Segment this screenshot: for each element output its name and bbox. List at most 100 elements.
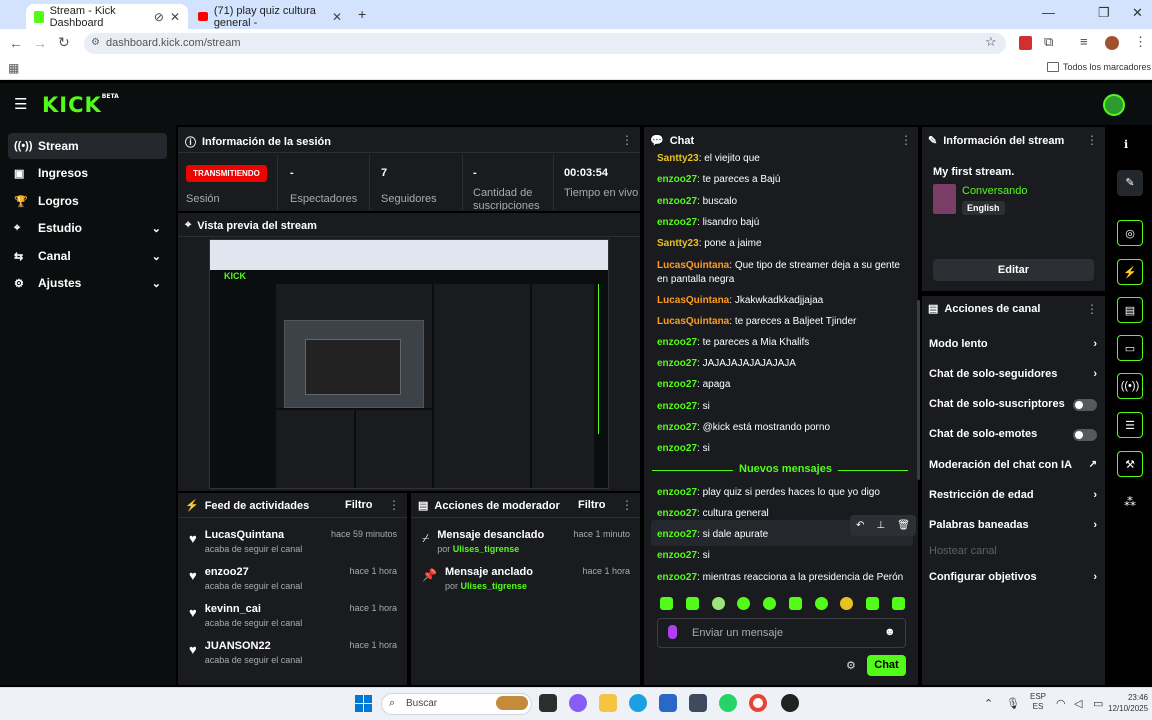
tray-mic-icon[interactable]: 🎙 bbox=[1006, 697, 1020, 710]
action-subscribers-only[interactable]: Chat de solo-suscriptores bbox=[929, 398, 1097, 411]
category-thumbnail[interactable] bbox=[933, 184, 956, 214]
edit-pencil-icon[interactable]: ✎ bbox=[1117, 170, 1143, 196]
chat-settings-icon[interactable]: ⚙ bbox=[846, 659, 856, 672]
feed-item[interactable]: ♥ enzoo27 acaba de seguir el canal hace 1 h… bbox=[189, 566, 397, 603]
tray-chevron-icon[interactable]: ⌃ bbox=[984, 697, 993, 710]
chat-message[interactable]: enzoo27: te pareces a Bajú bbox=[657, 173, 907, 187]
chat-message[interactable]: enzoo27: si bbox=[657, 442, 907, 456]
chat-message[interactable]: enzoo27: JAJAJAJAJAJAJAJA bbox=[657, 357, 907, 371]
chat-username[interactable]: enzoo27 bbox=[657, 550, 697, 561]
chat-username[interactable]: LucasQuintana bbox=[657, 295, 729, 306]
emote-icon[interactable] bbox=[737, 597, 751, 610]
action-slow-mode[interactable]: Modo lento › bbox=[929, 338, 1097, 350]
mod-action-item[interactable]: ⌿ Mensaje desanclado por Ulises_tigrense ha… bbox=[422, 529, 630, 566]
reading-list-icon[interactable]: ≡ bbox=[1080, 34, 1088, 49]
info-icon[interactable]: ℹ bbox=[1124, 138, 1128, 151]
chat-username[interactable]: enzoo27 bbox=[657, 196, 697, 207]
close-tab-icon[interactable]: ✕ bbox=[170, 10, 180, 24]
chat-scrollbar[interactable] bbox=[917, 300, 920, 480]
more-options-icon[interactable]: ⋮ bbox=[900, 133, 912, 147]
chat-message[interactable]: Santty23: el viejito que bbox=[657, 152, 907, 166]
apps-grid-icon[interactable]: ▦ bbox=[8, 61, 19, 75]
bookmark-star-icon[interactable]: ☆ bbox=[985, 34, 997, 50]
extensions-icon[interactable]: ⧉ bbox=[1044, 34, 1053, 50]
subscribers-only-toggle[interactable] bbox=[1073, 399, 1097, 411]
mod-user[interactable]: Ulises_tigrense bbox=[453, 544, 520, 554]
minimize-icon[interactable]: — bbox=[1042, 5, 1055, 20]
emote-icon[interactable] bbox=[660, 597, 673, 610]
reply-icon[interactable]: ↶ bbox=[856, 520, 864, 531]
delete-icon[interactable]: 🗑 bbox=[897, 520, 910, 531]
close-tab-icon[interactable]: ✕ bbox=[332, 10, 342, 24]
browser-menu-icon[interactable]: ⋮ bbox=[1134, 34, 1147, 50]
chat-username[interactable]: enzoo27 bbox=[657, 487, 697, 498]
lightning-icon[interactable]: ⚡ bbox=[1117, 259, 1143, 285]
action-ai-moderation[interactable]: Moderación del chat con IA ↗ bbox=[929, 459, 1097, 471]
chat-username[interactable]: enzoo27 bbox=[657, 358, 697, 369]
chat-username[interactable]: enzoo27 bbox=[657, 217, 697, 228]
new-tab-icon[interactable]: + bbox=[358, 6, 366, 22]
chat-username[interactable]: Santty23 bbox=[657, 238, 699, 249]
store-icon[interactable] bbox=[659, 694, 677, 712]
chat-username[interactable]: Santty23 bbox=[657, 153, 699, 164]
chat-username[interactable]: enzoo27 bbox=[657, 443, 697, 454]
mod-user[interactable]: Ulises_tigrense bbox=[460, 581, 527, 591]
chat-message[interactable]: enzoo27: te pareces a Mia Khalifs bbox=[657, 336, 907, 350]
send-chat-button[interactable]: Chat bbox=[867, 655, 906, 676]
chat-username[interactable]: enzoo27 bbox=[657, 572, 697, 583]
more-options-icon[interactable]: ⋮ bbox=[388, 498, 400, 512]
site-info-icon[interactable]: ⚙ bbox=[91, 37, 100, 48]
mod-action-item[interactable]: 📌 Mensaje anclado por Ulises_tigrense hace … bbox=[422, 566, 630, 603]
chat-message[interactable]: LucasQuintana: Que tipo de streamer deja… bbox=[657, 259, 907, 287]
chat-username[interactable]: enzoo27 bbox=[657, 401, 697, 412]
more-options-icon[interactable]: ⋮ bbox=[621, 133, 633, 147]
stream-preview-video[interactable]: KICK bbox=[209, 239, 609, 489]
chat-message[interactable]: enzoo27: @kick está mostrando porno bbox=[657, 421, 907, 435]
clock[interactable]: 23:46 12/10/2025 bbox=[1108, 692, 1148, 714]
microphone-icon[interactable] bbox=[668, 625, 677, 639]
sidebar-item-estudio[interactable]: ⌖ Estudio ⌄ bbox=[8, 215, 167, 241]
chat-username[interactable]: LucasQuintana bbox=[657, 260, 729, 271]
sidebar-item-stream[interactable]: ((•)) Stream bbox=[8, 133, 167, 159]
chat-icon[interactable]: ▭ bbox=[1117, 335, 1143, 361]
chat-message[interactable]: enzoo27: play quiz si perdes haces lo qu… bbox=[657, 486, 907, 500]
pin-message-icon[interactable]: ⊥ bbox=[876, 520, 885, 531]
task-view-icon[interactable] bbox=[539, 694, 557, 712]
forward-icon[interactable]: → bbox=[33, 35, 47, 51]
windows-start-icon[interactable] bbox=[355, 695, 372, 712]
feed-item[interactable]: ♥ JUANSON22 acaba de seguir el canal hace 1… bbox=[189, 640, 397, 677]
emote-icon[interactable] bbox=[840, 597, 854, 610]
chrome-icon[interactable] bbox=[749, 694, 767, 712]
volume-icon[interactable]: ◁ bbox=[1074, 697, 1082, 710]
more-options-icon[interactable]: ⋮ bbox=[1086, 133, 1098, 147]
more-options-icon[interactable]: ⋮ bbox=[621, 498, 633, 512]
emote-icon[interactable] bbox=[711, 597, 725, 610]
emotes-only-toggle[interactable] bbox=[1073, 429, 1097, 441]
wrench-icon[interactable]: ⚒ bbox=[1117, 451, 1143, 477]
action-followers-only[interactable]: Chat de solo-seguidores › bbox=[929, 368, 1097, 380]
reload-icon[interactable]: ↻ bbox=[58, 34, 70, 51]
user-avatar[interactable] bbox=[1103, 94, 1125, 116]
wifi-icon[interactable]: ◠ bbox=[1056, 697, 1066, 710]
chat-message[interactable]: Santty23: pone a jaime bbox=[657, 237, 907, 251]
chat-username[interactable]: enzoo27 bbox=[657, 422, 697, 433]
mute-tab-icon[interactable]: ⊘ bbox=[154, 10, 164, 24]
chat-message[interactable]: enzoo27: si bbox=[657, 549, 907, 563]
battery-icon[interactable]: ▭ bbox=[1093, 697, 1103, 710]
chat-username[interactable]: enzoo27 bbox=[657, 508, 697, 519]
sidebar-item-canal[interactable]: ⇆ Canal ⌄ bbox=[8, 243, 167, 269]
emote-icon[interactable] bbox=[814, 597, 828, 610]
feed-filter-button[interactable]: Filtro bbox=[345, 499, 373, 511]
hamburger-menu-icon[interactable]: ☰ bbox=[14, 95, 27, 113]
chat-message[interactable]: enzoo27: lisandro bajú bbox=[657, 216, 907, 230]
tab-kick-dashboard[interactable]: Stream - Kick Dashboard ⊘ ✕ bbox=[26, 4, 188, 29]
chat-username[interactable]: enzoo27 bbox=[657, 529, 697, 540]
chat-message[interactable]: enzoo27: si bbox=[657, 400, 907, 414]
all-bookmarks-link[interactable]: Todos los marcadores bbox=[1063, 62, 1151, 72]
restore-icon[interactable]: ❐ bbox=[1098, 5, 1110, 21]
action-emotes-only[interactable]: Chat de solo-emotes bbox=[929, 428, 1097, 441]
server-icon[interactable]: ☰ bbox=[1117, 412, 1143, 438]
record-icon[interactable]: ◎ bbox=[1117, 220, 1143, 246]
app-icon[interactable] bbox=[689, 694, 707, 712]
feed-item[interactable]: ♥ kevinn_cai acaba de seguir el canal hace … bbox=[189, 603, 397, 640]
